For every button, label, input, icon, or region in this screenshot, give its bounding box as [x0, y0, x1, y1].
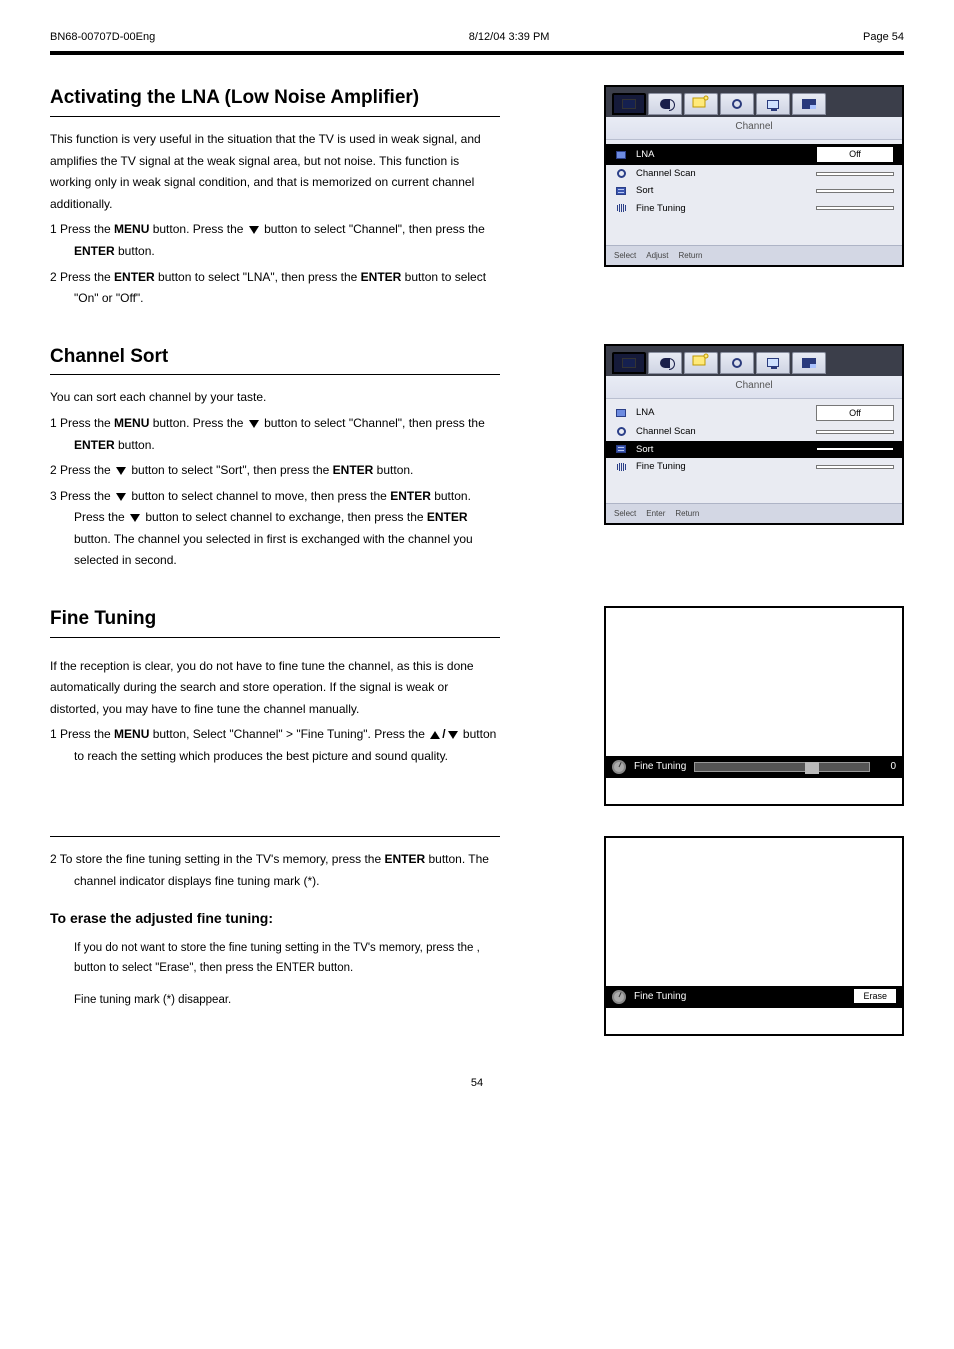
- ft-erase-head: To erase the adjusted fine tuning:: [50, 906, 500, 931]
- down-arrow-icon: [130, 514, 140, 522]
- osd-tab-pip[interactable]: [792, 93, 826, 115]
- ft-body: If the reception is clear, you do not ha…: [50, 656, 500, 768]
- osd-row-finetuning[interactable]: Fine Tuning: [606, 458, 902, 475]
- lna-step1: 1 Press the MENU button. Press the butto…: [50, 219, 500, 262]
- ft-step2: 2 To store the fine tuning setting in th…: [50, 849, 500, 892]
- picture-icon: [622, 99, 636, 109]
- sort-heading: Channel Sort: [50, 344, 500, 376]
- osd-title: Channel: [606, 117, 902, 140]
- ft-erase-value[interactable]: Erase: [854, 989, 896, 1003]
- osd-row-sort[interactable]: Sort: [606, 182, 902, 199]
- pip-icon: [802, 358, 816, 368]
- pip-icon: [802, 99, 816, 109]
- osd-body: LNA Off Channel Scan Sort Fine Tuning: [606, 140, 902, 244]
- down-arrow-icon: [249, 420, 259, 428]
- osd-tab-picture[interactable]: [612, 93, 646, 115]
- osd-body: LNA Off Channel Scan Sort Fine Tuning: [606, 399, 902, 503]
- osd-row-sort[interactable]: Sort: [606, 441, 902, 458]
- clock-icon: [612, 760, 626, 774]
- channelscan-row-icon: [614, 168, 628, 180]
- ft-body-2: 2 To store the fine tuning setting in th…: [50, 836, 500, 1010]
- osd-tab-channel[interactable]: [684, 93, 718, 115]
- ft-step1: 1 Press the MENU button, Select "Channel…: [50, 724, 500, 767]
- header-left: BN68-00707D-00Eng: [50, 30, 155, 45]
- osd-tab-setup[interactable]: [720, 352, 754, 374]
- down-arrow-icon: [249, 226, 259, 234]
- lna-step2: 2 Press the ENTER button to select "LNA"…: [50, 267, 500, 310]
- osd-title: Channel: [606, 376, 902, 399]
- page-header: BN68-00707D-00Eng 8/12/04 3:39 PM Page 5…: [50, 30, 904, 51]
- sound-icon: [660, 99, 670, 109]
- osd-tabs: [606, 87, 902, 117]
- osd-tab-channel[interactable]: [684, 352, 718, 374]
- down-arrow-icon: [448, 731, 458, 739]
- sort-row-icon: [614, 443, 628, 455]
- ft-bar-2: Fine Tuning Erase: [606, 986, 902, 1008]
- pc-icon: [767, 100, 779, 109]
- sort-step3: 3 Press the button to select channel to …: [50, 486, 500, 572]
- osd-row-lna[interactable]: LNA Off: [606, 144, 902, 165]
- osd-row-finetuning[interactable]: Fine Tuning: [606, 200, 902, 217]
- header-right: Page 54: [863, 30, 904, 45]
- ft-preview-2: Fine Tuning Erase: [604, 836, 904, 1036]
- up-arrow-icon: [430, 731, 440, 739]
- osd-tab-sound[interactable]: [648, 352, 682, 374]
- osd-tab-pc[interactable]: [756, 93, 790, 115]
- clock-icon: [612, 990, 626, 1004]
- down-arrow-icon: [116, 493, 126, 501]
- down-arrow-icon: [116, 467, 126, 475]
- header-middle: 8/12/04 3:39 PM: [469, 30, 550, 45]
- ft-bar-1: Fine Tuning 0: [606, 756, 902, 778]
- osd-tab-setup[interactable]: [720, 93, 754, 115]
- sort-step1: 1 Press the MENU button. Press the butto…: [50, 413, 500, 456]
- osd-tab-pip[interactable]: [792, 352, 826, 374]
- sort-intro: You can sort each channel by your taste.: [50, 387, 500, 409]
- ft-slider[interactable]: [694, 762, 870, 772]
- setup-icon: [732, 99, 742, 109]
- lna-body: This function is very useful in the situ…: [50, 129, 500, 310]
- osd-footer: Select Adjust Return: [606, 245, 902, 265]
- lna-row-icon: [614, 407, 628, 419]
- ft-erase-body: If you do not want to store the fine tun…: [74, 939, 500, 1010]
- lna-row-icon: [614, 149, 628, 161]
- header-rule: [50, 51, 904, 55]
- osd-row-channelscan[interactable]: Channel Scan: [606, 165, 902, 182]
- osd-tabs: [606, 346, 902, 376]
- osd-tab-pc[interactable]: [756, 352, 790, 374]
- page-number: 54: [50, 1076, 904, 1091]
- sort-body: You can sort each channel by your taste.…: [50, 387, 500, 572]
- osd-lna: Channel LNA Off Channel Scan Sort: [604, 85, 904, 267]
- osd-tab-picture[interactable]: [612, 352, 646, 374]
- osd-sort: Channel LNA Off Channel Scan Sort: [604, 344, 904, 526]
- sound-icon: [660, 358, 670, 368]
- pc-icon: [767, 358, 779, 367]
- finetuning-row-icon: [614, 461, 628, 473]
- channel-icon: [692, 95, 710, 114]
- finetuning-row-icon: [614, 202, 628, 214]
- setup-icon: [732, 358, 742, 368]
- osd-row-lna[interactable]: LNA Off: [606, 403, 902, 424]
- channel-icon: [692, 353, 710, 372]
- picture-icon: [622, 358, 636, 368]
- osd-row-channelscan[interactable]: Channel Scan: [606, 423, 902, 440]
- ft-heading: Fine Tuning: [50, 606, 500, 638]
- ft-preview-1: Fine Tuning 0: [604, 606, 904, 806]
- sort-row-icon: [614, 185, 628, 197]
- channelscan-row-icon: [614, 426, 628, 438]
- ft-intro: If the reception is clear, you do not ha…: [50, 656, 500, 721]
- lna-heading: Activating the LNA (Low Noise Amplifier): [50, 85, 500, 117]
- lna-intro: This function is very useful in the situ…: [50, 129, 500, 215]
- osd-tab-sound[interactable]: [648, 93, 682, 115]
- sort-step2: 2 Press the button to select "Sort", the…: [50, 460, 500, 482]
- osd-footer: Select Enter Return: [606, 503, 902, 523]
